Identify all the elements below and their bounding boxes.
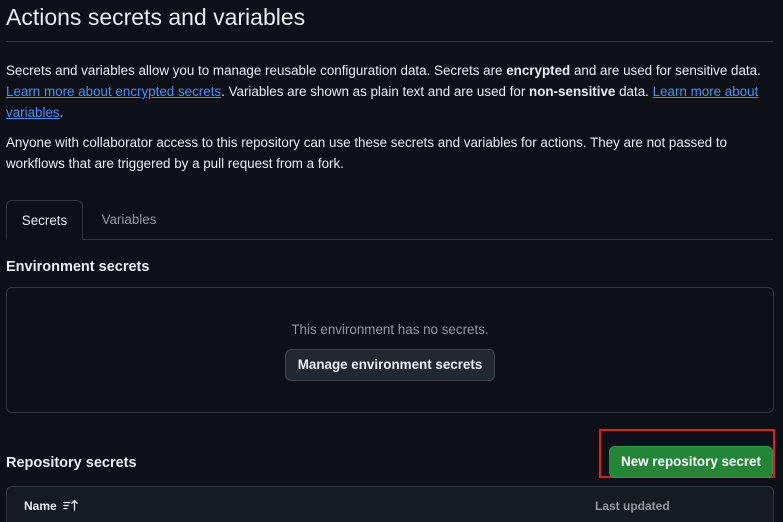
repository-secrets-heading: Repository secrets bbox=[6, 455, 137, 471]
environment-secrets-heading: Environment secrets bbox=[6, 259, 150, 275]
new-repository-secret-button[interactable]: New repository secret bbox=[609, 446, 773, 478]
description-text: . Variables are shown as plain text and … bbox=[221, 84, 530, 99]
secrets-page: Actions secrets and variables Secrets an… bbox=[0, 0, 783, 522]
tab-secrets[interactable]: Secrets bbox=[6, 200, 83, 240]
title-divider bbox=[6, 41, 773, 42]
description-text: Secrets and variables allow you to manag… bbox=[6, 63, 507, 78]
description-text: and are used for sensitive data. bbox=[570, 63, 761, 78]
tab-variables[interactable]: Variables bbox=[99, 200, 159, 239]
environment-secrets-panel: This environment has no secrets. Manage … bbox=[6, 287, 774, 413]
description-text: . bbox=[59, 105, 64, 120]
description-paragraph: Secrets and variables allow you to manag… bbox=[6, 60, 778, 123]
learn-more-secrets-link[interactable]: Learn more about encrypted secrets bbox=[6, 84, 221, 99]
secrets-variables-tabs: Secrets Variables bbox=[6, 200, 773, 240]
sort-asc-icon bbox=[63, 499, 79, 515]
description-text: data. bbox=[615, 84, 653, 99]
description-emphasis-encrypted: encrypted bbox=[506, 63, 571, 78]
name-column-label: Name bbox=[24, 499, 57, 513]
collaborator-notice: Anyone with collaborator access to this … bbox=[6, 135, 728, 171]
environment-empty-message: This environment has no secrets. bbox=[291, 322, 489, 337]
description-emphasis-non-sensitive: non-sensitive bbox=[529, 84, 616, 99]
last-updated-column-header: Last updated bbox=[595, 499, 670, 513]
repository-secrets-table: Name Last updated bbox=[6, 486, 774, 522]
manage-environment-secrets-button[interactable]: Manage environment secrets bbox=[285, 349, 495, 381]
name-column-header[interactable]: Name bbox=[24, 499, 79, 515]
page-title: Actions secrets and variables bbox=[6, 4, 306, 30]
